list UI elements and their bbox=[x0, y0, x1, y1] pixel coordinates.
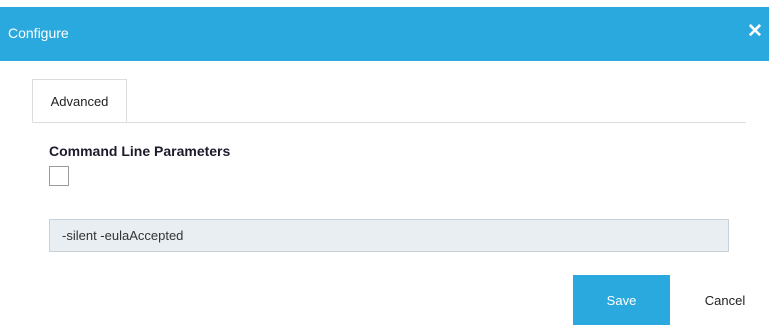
cancel-button[interactable]: Cancel bbox=[690, 275, 760, 325]
tab-bar: Advanced bbox=[32, 79, 746, 123]
command-line-parameters-input[interactable] bbox=[49, 219, 729, 252]
save-button[interactable]: Save bbox=[573, 275, 670, 325]
command-line-parameters-label: Command Line Parameters bbox=[49, 143, 231, 159]
close-icon[interactable]: ✕ bbox=[747, 22, 763, 42]
dialog-title-bar: Configure ✕ bbox=[0, 7, 769, 61]
dialog-title: Configure bbox=[8, 25, 69, 41]
command-line-parameters-checkbox[interactable] bbox=[49, 166, 69, 186]
tab-advanced[interactable]: Advanced bbox=[32, 79, 127, 122]
configure-dialog: Configure ✕ Advanced Command Line Parame… bbox=[0, 0, 769, 325]
